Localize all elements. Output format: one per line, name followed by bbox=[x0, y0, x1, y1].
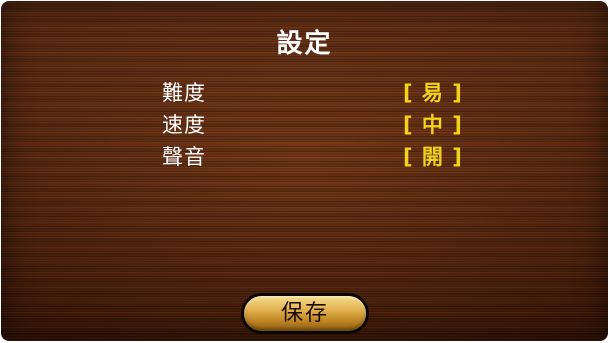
sound-label: 聲音 bbox=[162, 145, 206, 169]
settings-screen: 設定 難度 [ 易 ] 速度 [ 中 ] 聲音 [ 開 ] 保存 bbox=[1, 1, 608, 341]
difficulty-toggle[interactable]: [ 易 ] bbox=[403, 78, 463, 108]
speed-label: 速度 bbox=[162, 113, 206, 137]
difficulty-label: 難度 bbox=[162, 81, 206, 105]
setting-row-difficulty: 難度 [ 易 ] bbox=[1, 78, 608, 108]
setting-row-speed: 速度 [ 中 ] bbox=[1, 110, 608, 140]
save-button[interactable]: 保存 bbox=[241, 293, 369, 334]
speed-toggle[interactable]: [ 中 ] bbox=[403, 110, 463, 140]
page-title: 設定 bbox=[276, 29, 333, 59]
sound-toggle[interactable]: [ 開 ] bbox=[403, 142, 463, 172]
setting-row-sound: 聲音 [ 開 ] bbox=[1, 142, 608, 172]
save-button-label: 保存 bbox=[244, 296, 366, 331]
